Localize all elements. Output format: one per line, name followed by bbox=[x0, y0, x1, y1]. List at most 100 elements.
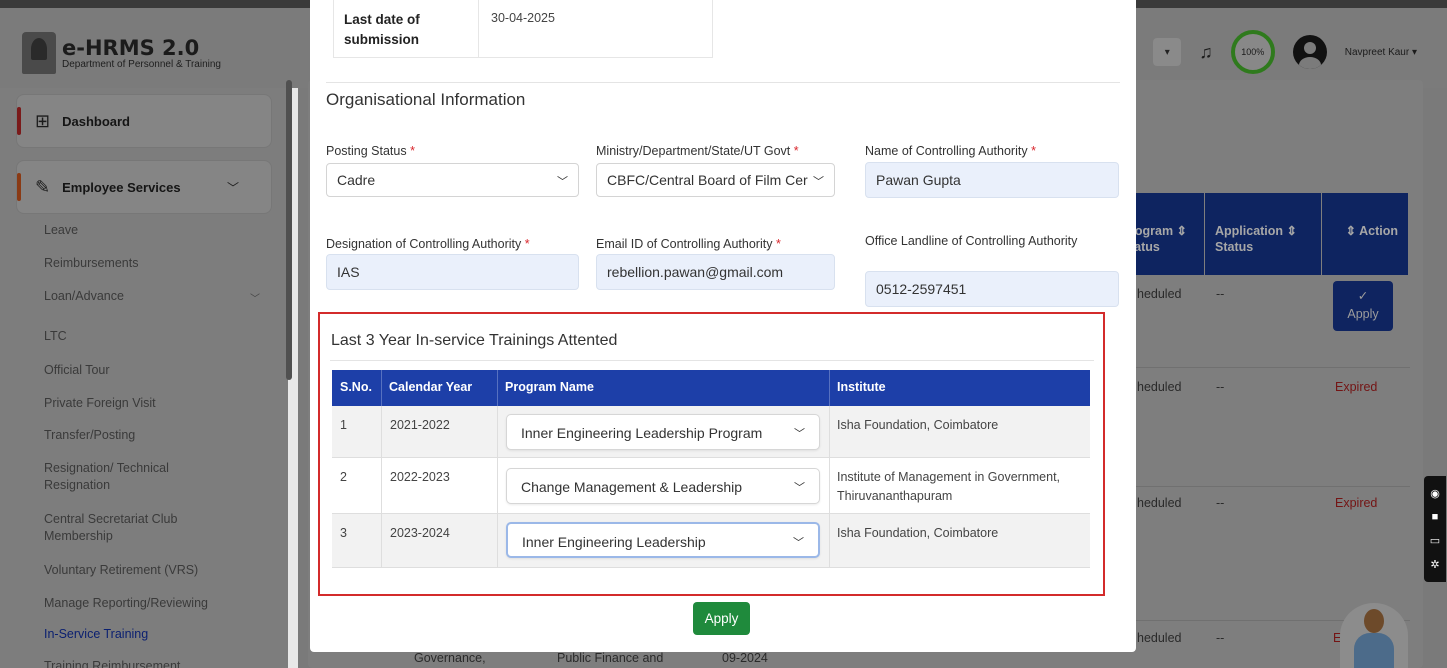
sidebar-item-dashboard[interactable]: ⊞ Dashboard bbox=[16, 94, 272, 148]
sidebar-subitem-transfer-posting[interactable]: Transfer/Posting bbox=[44, 427, 244, 444]
column-header-program-name: Program Name bbox=[497, 370, 829, 406]
row-apply-button[interactable]: ✓ Apply bbox=[1333, 281, 1393, 331]
row-sno: 1 bbox=[340, 418, 347, 432]
sidebar-item-label: Employee Services bbox=[62, 179, 181, 195]
column-header-action[interactable]: ⇕ Action bbox=[1322, 193, 1408, 275]
deadline-divider bbox=[478, 0, 479, 58]
program-value: Inner Engineering Leadership Program bbox=[521, 425, 763, 441]
bg-app-status: -- bbox=[1216, 287, 1225, 301]
app-subtitle: Department of Personnel & Training bbox=[62, 58, 221, 70]
row-institute: Institute of Management in Government, T… bbox=[837, 470, 1061, 503]
header-divider bbox=[381, 370, 382, 406]
sidebar-subitem-vrs[interactable]: Voluntary Retirement (VRS) bbox=[44, 562, 244, 579]
email-input[interactable]: rebellion.pawan@gmail.com bbox=[596, 254, 835, 290]
language-select[interactable]: ▾ bbox=[1153, 38, 1182, 66]
screen-icon[interactable]: ▭ bbox=[1430, 534, 1440, 547]
row-institute: Isha Foundation, Coimbatore bbox=[837, 526, 999, 540]
video-icon[interactable]: ■ bbox=[1432, 511, 1439, 523]
cell-divider bbox=[829, 514, 830, 568]
bg-app-status: -- bbox=[1216, 380, 1225, 394]
sidebar-subitem-private-foreign-visit[interactable]: Private Foreign Visit bbox=[44, 395, 244, 412]
row-year: 2022-2023 bbox=[390, 470, 450, 484]
camera-icon[interactable]: ◉ bbox=[1430, 487, 1440, 500]
header-divider bbox=[497, 370, 498, 406]
bg-program-status: heduled bbox=[1137, 496, 1182, 510]
sidebar-subitem-resignation[interactable]: Resignation/ Technical Resignation bbox=[44, 460, 214, 494]
app-logo[interactable]: e-HRMS 2.0 Department of Personnel & Tra… bbox=[22, 32, 221, 74]
ministry-select[interactable]: CBFC/Central Board of Film Cer ﹀ bbox=[596, 163, 835, 197]
user-menu[interactable]: Navpreet Kaur ▾ bbox=[1345, 47, 1417, 58]
sidebar-subitem-leave[interactable]: Leave bbox=[44, 222, 244, 239]
cell-divider bbox=[497, 458, 498, 514]
services-edit-icon: ✎ bbox=[35, 176, 51, 197]
profile-completion-ring: 100% bbox=[1230, 30, 1275, 74]
deadline-value: 30-04-2025 bbox=[491, 11, 555, 25]
designation-label: Designation of Controlling Authority * bbox=[326, 237, 530, 251]
trainings-title-divider bbox=[330, 360, 1094, 361]
column-header-institute: Institute bbox=[829, 370, 1090, 406]
row-year: 2021-2022 bbox=[390, 418, 450, 432]
bg-app-status: -- bbox=[1216, 496, 1225, 510]
bg-program-status: heduled bbox=[1137, 380, 1182, 394]
posting-status-label: Posting Status * bbox=[326, 144, 415, 158]
sidebar-item-employee-services[interactable]: ✎ Employee Services ﹀ bbox=[16, 160, 272, 214]
posting-status-value: Cadre bbox=[337, 172, 376, 188]
controlling-authority-name-input[interactable]: Pawan Gupta bbox=[865, 162, 1119, 198]
chevron-down-icon: ﹀ bbox=[813, 176, 824, 188]
program-select[interactable]: Inner Engineering Leadership Program ﹀ bbox=[506, 414, 820, 450]
cell-divider bbox=[829, 458, 830, 514]
bg-cell-date: 09-2024 bbox=[722, 651, 768, 665]
floating-toolbar: ◉ ■ ▭ ✲ bbox=[1424, 476, 1446, 582]
program-select[interactable]: Inner Engineering Leadership ﹀ bbox=[506, 522, 820, 558]
sidebar-subitem-club-membership[interactable]: Central Secretariat Club Membership bbox=[44, 511, 224, 545]
header-divider bbox=[829, 370, 830, 406]
sidebar-subitem-ltc[interactable]: LTC bbox=[44, 328, 244, 345]
dashboard-grid-icon: ⊞ bbox=[35, 110, 51, 131]
sidebar-subitem-reporting-reviewing[interactable]: Manage Reporting/Reviewing bbox=[44, 595, 244, 612]
ministry-value: CBFC/Central Board of Film Cer bbox=[607, 172, 808, 188]
bg-expired-status: Expired bbox=[1335, 380, 1378, 394]
bg-cell-public-finance: Public Finance and bbox=[557, 651, 664, 665]
cell-divider bbox=[381, 406, 382, 458]
column-header-calendar-year: Calendar Year bbox=[381, 370, 497, 406]
landline-input[interactable]: 0512-2597451 bbox=[865, 271, 1119, 307]
deadline-label: Last date of submission bbox=[344, 12, 420, 47]
sidebar-subitem-reimbursements[interactable]: Reimbursements bbox=[44, 255, 244, 272]
gear-icon[interactable]: ✲ bbox=[1430, 558, 1439, 571]
app-title: e-HRMS 2.0 bbox=[62, 35, 200, 60]
profile-completion-value: 100% bbox=[1241, 47, 1265, 57]
program-select[interactable]: Change Management & Leadership ﹀ bbox=[506, 468, 820, 504]
row-divider bbox=[1120, 486, 1410, 487]
cell-divider bbox=[829, 406, 830, 458]
row-year: 2023-2024 bbox=[390, 526, 450, 540]
sidebar-item-label: Dashboard bbox=[62, 113, 130, 129]
section-divider bbox=[326, 82, 1120, 83]
user-avatar-icon[interactable] bbox=[1292, 35, 1327, 69]
sidebar-subitem-official-tour[interactable]: Official Tour bbox=[44, 362, 244, 379]
table-row: 2 2022-2023 Change Management & Leadersh… bbox=[332, 458, 1090, 514]
posting-status-select[interactable]: Cadre ﹀ bbox=[326, 163, 579, 197]
program-value: Change Management & Leadership bbox=[521, 479, 743, 495]
designation-input[interactable]: IAS bbox=[326, 254, 579, 290]
virtual-assistant-avatar[interactable] bbox=[1340, 603, 1408, 668]
column-header-application-status[interactable]: Application ⇕ Status bbox=[1205, 193, 1321, 275]
sidebar-subitem-in-service-training[interactable]: In-Service Training bbox=[44, 626, 244, 643]
ministry-label: Ministry/Department/State/UT Govt * bbox=[596, 144, 799, 158]
table-row: 3 2023-2024 Inner Engineering Leadership… bbox=[332, 514, 1090, 568]
row-divider bbox=[1120, 367, 1410, 368]
bg-cell-governance: Governance, bbox=[414, 651, 486, 665]
sidebar-subitem-training-reimbursement[interactable]: Training Reimbursement bbox=[44, 658, 244, 668]
cell-divider bbox=[497, 406, 498, 458]
chevron-down-icon: ﹀ bbox=[557, 176, 568, 188]
active-marker bbox=[17, 107, 21, 135]
sidebar-scrollbar[interactable] bbox=[286, 80, 292, 380]
bell-icon[interactable]: ♫ bbox=[1199, 42, 1213, 63]
apply-button[interactable]: Apply bbox=[693, 602, 750, 635]
chevron-down-icon: ﹀ bbox=[226, 180, 239, 195]
row-sno: 2 bbox=[340, 470, 347, 484]
training-application-modal: Last date of submission 30-04-2025 Organ… bbox=[310, 0, 1136, 652]
chevron-down-icon[interactable]: ﹀ bbox=[250, 290, 260, 305]
sidebar-subitem-loan-advance[interactable]: Loan/Advance bbox=[44, 288, 244, 305]
cell-divider bbox=[497, 514, 498, 568]
deadline-table: Last date of submission 30-04-2025 bbox=[333, 0, 713, 58]
